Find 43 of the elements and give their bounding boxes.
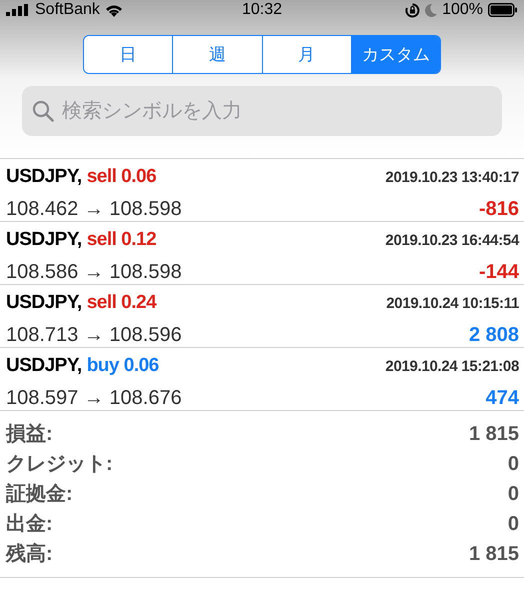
summary-value: 0 (508, 482, 519, 507)
price-range: 108.713 → 108.596 (6, 322, 182, 348)
moon-icon (425, 4, 438, 16)
summary-value: 1 815 (468, 422, 519, 447)
segment-tab[interactable]: 月 (262, 36, 351, 73)
rotation-lock-icon (405, 2, 420, 18)
symbol-label: USDJPY, (6, 228, 82, 252)
summary-value: 0 (508, 512, 519, 537)
profit-value: -144 (478, 260, 519, 284)
trade-time: 2019.10.24 15:21:08 (385, 357, 519, 377)
symbol-label: USDJPY, (6, 354, 82, 378)
profit-value: 2 808 (468, 322, 519, 348)
carrier-name: SoftBank (35, 0, 100, 20)
search-field[interactable]: 検索シンボルを入力 (22, 86, 502, 136)
summary-value: 1 815 (468, 542, 519, 567)
trade-time: 2019.10.23 13:40:17 (385, 168, 519, 188)
order-label: buy 0.06 (86, 354, 159, 378)
summary-label: 残高: (6, 542, 53, 567)
battery-icon (488, 3, 518, 17)
battery-percent: 100% (442, 0, 484, 20)
signal-icon (6, 4, 30, 16)
summary-label: クレジット: (6, 452, 113, 477)
order-label: sell 0.24 (86, 291, 156, 315)
order-label: sell 0.12 (86, 228, 156, 252)
profit-value: 474 (486, 386, 519, 410)
price-range: 108.586 → 108.598 (6, 260, 182, 284)
symbol-label: USDJPY, (6, 291, 82, 315)
profit-value: -816 (478, 196, 519, 222)
summary-value: 0 (508, 452, 519, 477)
price-range: 108.462 → 108.598 (6, 196, 182, 222)
segment-tab[interactable]: カスタム (350, 36, 440, 73)
trade-time: 2019.10.24 10:15:11 (386, 294, 519, 314)
trade-time: 2019.10.23 16:44:54 (385, 231, 519, 251)
price-range: 108.597 → 108.676 (6, 386, 182, 410)
symbol-label: USDJPY, (6, 165, 82, 189)
summary-label: 損益: (6, 422, 53, 447)
segment-tab[interactable]: 日 (84, 36, 172, 73)
segment-tab[interactable]: 週 (172, 36, 262, 73)
summary-label: 証拠金: (6, 482, 73, 507)
wifi-icon (104, 4, 123, 16)
summary-label: 出金: (6, 512, 53, 537)
order-label: sell 0.06 (86, 165, 156, 189)
clock-time: 10:32 (242, 0, 282, 20)
